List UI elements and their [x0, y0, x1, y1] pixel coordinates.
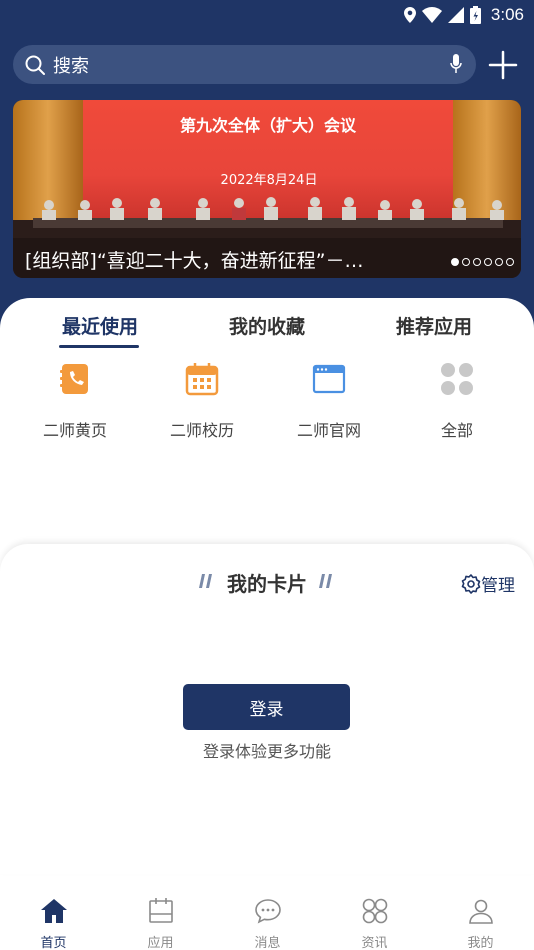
banner-dot: [495, 258, 503, 266]
banner-caption: [组织部]“喜迎二十大，奋进新征程”－学习贯彻: [25, 250, 377, 272]
app-phonebook[interactable]: 二师黄页: [20, 362, 130, 441]
banner-poster-title: 第九次全体（扩大）会议: [180, 116, 357, 135]
nav-home[interactable]: 首页: [0, 897, 107, 950]
nav-messages[interactable]: 消息: [214, 897, 321, 950]
app-calendar[interactable]: 二师校历: [147, 362, 257, 441]
login-button[interactable]: 登录: [183, 684, 350, 730]
browser-icon: [312, 364, 346, 394]
location-icon: [403, 7, 416, 23]
add-icon[interactable]: [486, 48, 520, 82]
nav-label: 应用: [147, 936, 174, 950]
manage-button[interactable]: 管理: [461, 571, 515, 596]
cards-title: 我的卡片: [227, 572, 307, 596]
apps-panel: 最近使用 我的收藏 推荐应用 二师黄页 二师校历 二师官网 全部: [0, 298, 534, 558]
microphone-icon[interactable]: [450, 54, 462, 74]
app-label: 全部: [440, 421, 473, 440]
tab-active-indicator: [59, 345, 139, 348]
home-icon: [40, 899, 67, 923]
login-hint: 登录体验更多功能: [202, 742, 331, 761]
signal-icon: [447, 7, 464, 23]
news-icon: [362, 898, 387, 924]
news-banner[interactable]: 第九次全体（扩大）会议 2022年8月24日 [组织部]“喜迎二十大，奋进新征程…: [13, 100, 521, 278]
manage-label: 管理: [481, 576, 515, 596]
tab-favorites[interactable]: 我的收藏: [225, 312, 309, 339]
title-decoration-icon: [319, 574, 332, 588]
bottom-navigation: 首页 应用 消息 资讯 我的: [0, 885, 534, 950]
nav-label: 我的: [467, 936, 494, 950]
banner-poster-date: 2022年8月24日: [221, 173, 318, 188]
app-label: 二师官网: [296, 421, 361, 440]
status-bar: 3:06: [0, 0, 534, 30]
calendar-icon: [185, 363, 219, 396]
search-input[interactable]: 搜索: [13, 45, 476, 84]
app-website[interactable]: 二师官网: [274, 362, 384, 441]
search-placeholder: 搜索: [53, 55, 89, 77]
status-time: 3:06: [490, 5, 524, 24]
nav-profile[interactable]: 我的: [427, 897, 534, 950]
nav-apps[interactable]: 应用: [107, 897, 214, 950]
nav-label: 消息: [254, 936, 281, 950]
nav-label: 首页: [40, 936, 67, 950]
all-apps-icon: [441, 363, 473, 395]
app-label: 二师校历: [169, 421, 234, 440]
banner-pagination: [451, 258, 514, 266]
battery-icon: [469, 6, 481, 24]
my-cards-panel: 我的卡片 管理 登录 登录体验更多功能: [0, 544, 534, 874]
nav-news[interactable]: 资讯: [321, 897, 428, 950]
apps-icon: [148, 898, 173, 923]
banner-dot: [473, 258, 481, 266]
banner-dot: [506, 258, 514, 266]
app-all[interactable]: 全部: [402, 362, 512, 441]
banner-dot: [462, 258, 470, 266]
wifi-icon: [421, 7, 442, 23]
search-icon: [25, 55, 45, 75]
tab-recent[interactable]: 最近使用: [59, 312, 141, 339]
phonebook-icon: [60, 364, 88, 394]
nav-label: 资讯: [361, 936, 388, 950]
tab-recommended[interactable]: 推荐应用: [392, 312, 476, 339]
message-icon: [254, 899, 281, 924]
banner-dot: [484, 258, 492, 266]
app-label: 二师黄页: [42, 421, 107, 440]
profile-icon: [468, 899, 493, 924]
banner-dot: [451, 258, 459, 266]
settings-icon: [461, 573, 481, 594]
